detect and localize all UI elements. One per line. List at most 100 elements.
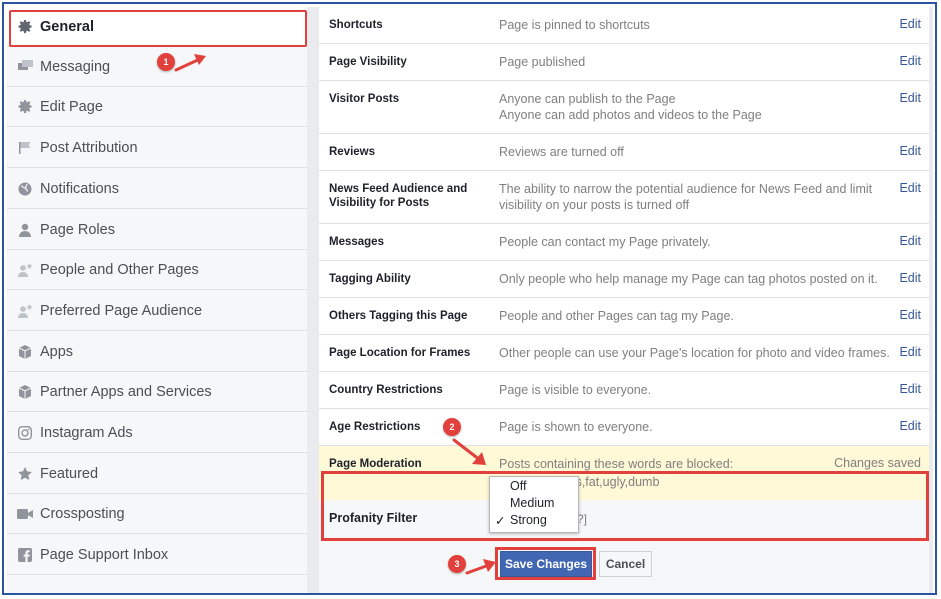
setting-key: Country Restrictions bbox=[329, 384, 443, 396]
setting-value: Page published bbox=[499, 55, 586, 69]
setting-row-news-feed-audience: News Feed Audience and Visibility for Po… bbox=[319, 171, 929, 224]
setting-value: Page is shown to everyone. bbox=[499, 420, 653, 434]
setting-value: Page is visible to everyone. bbox=[499, 383, 652, 397]
setting-row-age-restrictions: Age Restrictions Page is shown to everyo… bbox=[319, 409, 929, 446]
checkmark-icon: ✓ bbox=[495, 514, 506, 528]
setting-key: News Feed Audience and Visibility for Po… bbox=[329, 182, 479, 210]
sidebar-item-page-support-inbox[interactable]: Page Support Inbox bbox=[7, 535, 307, 575]
setting-row-messages: Messages People can contact my Page priv… bbox=[319, 224, 929, 261]
setting-key: Others Tagging this Page bbox=[329, 310, 468, 322]
setting-key: Page Location for Frames bbox=[329, 347, 471, 359]
sidebar-item-label: People and Other Pages bbox=[40, 261, 199, 278]
gear-icon bbox=[17, 99, 33, 115]
sidebar-item-label: Messaging bbox=[40, 58, 111, 75]
sidebar-item-label: Instagram Ads bbox=[40, 424, 133, 441]
highlight-box-save bbox=[495, 547, 596, 580]
globe-icon bbox=[17, 181, 33, 197]
sidebar-item-apps[interactable]: Apps bbox=[7, 332, 307, 372]
person-star-icon bbox=[17, 303, 33, 319]
setting-value: Page is pinned to shortcuts bbox=[499, 18, 650, 32]
annotation-badge-3: 3 bbox=[448, 555, 466, 573]
facebook-icon bbox=[17, 547, 33, 563]
sidebar-item-partner-apps[interactable]: Partner Apps and Services bbox=[7, 372, 307, 412]
sidebar-item-label: Apps bbox=[40, 343, 74, 360]
edit-link[interactable]: Edit bbox=[899, 234, 921, 248]
person-icon bbox=[17, 222, 33, 238]
sidebar-item-label: Notifications bbox=[40, 180, 119, 197]
setting-value-line: visibility on your posts is turned off bbox=[499, 198, 690, 212]
cancel-button[interactable]: Cancel bbox=[599, 551, 652, 577]
sidebar-item-label: Crossposting bbox=[40, 505, 125, 522]
setting-row-tagging-ability: Tagging Ability Only people who help man… bbox=[319, 261, 929, 298]
content-gutter bbox=[307, 7, 319, 593]
video-camera-icon bbox=[17, 506, 33, 522]
settings-sidebar: General Messaging Edit Page Post Attribu… bbox=[7, 7, 308, 593]
edit-link[interactable]: Edit bbox=[899, 271, 921, 285]
flag-icon bbox=[17, 140, 33, 156]
setting-value: Anyone can publish to the Page Anyone ca… bbox=[499, 91, 899, 123]
setting-row-visitor-posts: Visitor Posts Anyone can publish to the … bbox=[319, 81, 929, 134]
setting-key: Page Visibility bbox=[329, 56, 407, 68]
setting-value: People can contact my Page privately. bbox=[499, 235, 711, 249]
instagram-icon bbox=[17, 425, 33, 441]
setting-key: Tagging Ability bbox=[329, 273, 411, 285]
setting-value: Other people can use your Page's locatio… bbox=[499, 346, 890, 360]
sidebar-item-post-attribution[interactable]: Post Attribution bbox=[7, 128, 307, 168]
annotation-arrow-2 bbox=[452, 438, 486, 465]
edit-link[interactable]: Edit bbox=[899, 345, 921, 359]
setting-key: Shortcuts bbox=[329, 19, 383, 31]
cube-icon bbox=[17, 384, 33, 400]
setting-key: Reviews bbox=[329, 146, 376, 158]
setting-row-shortcuts: Shortcuts Page is pinned to shortcuts Ed… bbox=[319, 7, 929, 44]
star-icon bbox=[17, 466, 33, 482]
edit-link[interactable]: Edit bbox=[899, 181, 921, 195]
sidebar-item-crossposting[interactable]: Crossposting bbox=[7, 494, 307, 534]
annotation-arrow-1 bbox=[174, 54, 206, 72]
sidebar-item-label: Partner Apps and Services bbox=[40, 383, 212, 400]
sidebar-item-label: Edit Page bbox=[40, 98, 103, 115]
setting-value-line: The ability to narrow the potential audi… bbox=[499, 182, 873, 196]
setting-row-reviews: Reviews Reviews are turned off Edit bbox=[319, 134, 929, 171]
setting-value: People and other Pages can tag my Page. bbox=[499, 309, 734, 323]
sidebar-item-messaging[interactable]: Messaging bbox=[7, 47, 307, 87]
setting-value-line: Anyone can publish to the Page bbox=[499, 92, 676, 106]
annotation-arrow-3 bbox=[465, 559, 496, 575]
person-star-icon bbox=[17, 262, 33, 278]
edit-link[interactable]: Edit bbox=[899, 91, 921, 105]
setting-key-line: Visibility for Posts bbox=[329, 197, 430, 209]
setting-value: Reviews are turned off bbox=[499, 145, 624, 159]
setting-row-others-tagging: Others Tagging this Page People and othe… bbox=[319, 298, 929, 335]
setting-row-country-restrictions: Country Restrictions Page is visible to … bbox=[319, 372, 929, 409]
dropdown-option-strong[interactable]: Strong bbox=[510, 513, 547, 527]
edit-link[interactable]: Edit bbox=[899, 382, 921, 396]
setting-value-line: Anyone can add photos and videos to the … bbox=[499, 108, 762, 122]
sidebar-item-label: Featured bbox=[40, 465, 99, 482]
highlight-box-moderation bbox=[321, 471, 929, 541]
edit-link[interactable]: Edit bbox=[899, 419, 921, 433]
setting-key: Visitor Posts bbox=[329, 93, 400, 105]
setting-row-page-visibility: Page Visibility Page published Edit bbox=[319, 44, 929, 81]
sidebar-item-featured[interactable]: Featured bbox=[7, 454, 307, 494]
sidebar-item-people-and-other-pages[interactable]: People and Other Pages bbox=[7, 250, 307, 290]
setting-row-page-location-frames: Page Location for Frames Other people ca… bbox=[319, 335, 929, 372]
sidebar-item-label: Preferred Page Audience bbox=[40, 302, 203, 319]
dropdown-option-off[interactable]: Off bbox=[510, 479, 526, 493]
setting-value: Only people who help manage my Page can … bbox=[499, 272, 878, 286]
profanity-filter-dropdown[interactable]: Off Medium ✓ Strong bbox=[489, 476, 579, 533]
edit-link[interactable]: Edit bbox=[899, 17, 921, 31]
edit-link[interactable]: Edit bbox=[899, 308, 921, 322]
edit-link[interactable]: Edit bbox=[899, 54, 921, 68]
sidebar-item-edit-page[interactable]: Edit Page bbox=[7, 87, 307, 127]
sidebar-item-page-roles[interactable]: Page Roles bbox=[7, 210, 307, 250]
sidebar-item-notifications[interactable]: Notifications bbox=[7, 169, 307, 209]
cube-icon bbox=[17, 344, 33, 360]
setting-value: The ability to narrow the potential audi… bbox=[499, 181, 899, 213]
sidebar-item-instagram-ads[interactable]: Instagram Ads bbox=[7, 413, 307, 453]
setting-key: Messages bbox=[329, 236, 384, 248]
annotation-badge-2: 2 bbox=[443, 418, 461, 436]
dropdown-option-medium[interactable]: Medium bbox=[510, 496, 554, 510]
sidebar-item-label: Page Roles bbox=[40, 221, 115, 238]
edit-link[interactable]: Edit bbox=[899, 144, 921, 158]
sidebar-item-preferred-page-audience[interactable]: Preferred Page Audience bbox=[7, 291, 307, 331]
sidebar-item-label: Page Support Inbox bbox=[40, 546, 169, 563]
